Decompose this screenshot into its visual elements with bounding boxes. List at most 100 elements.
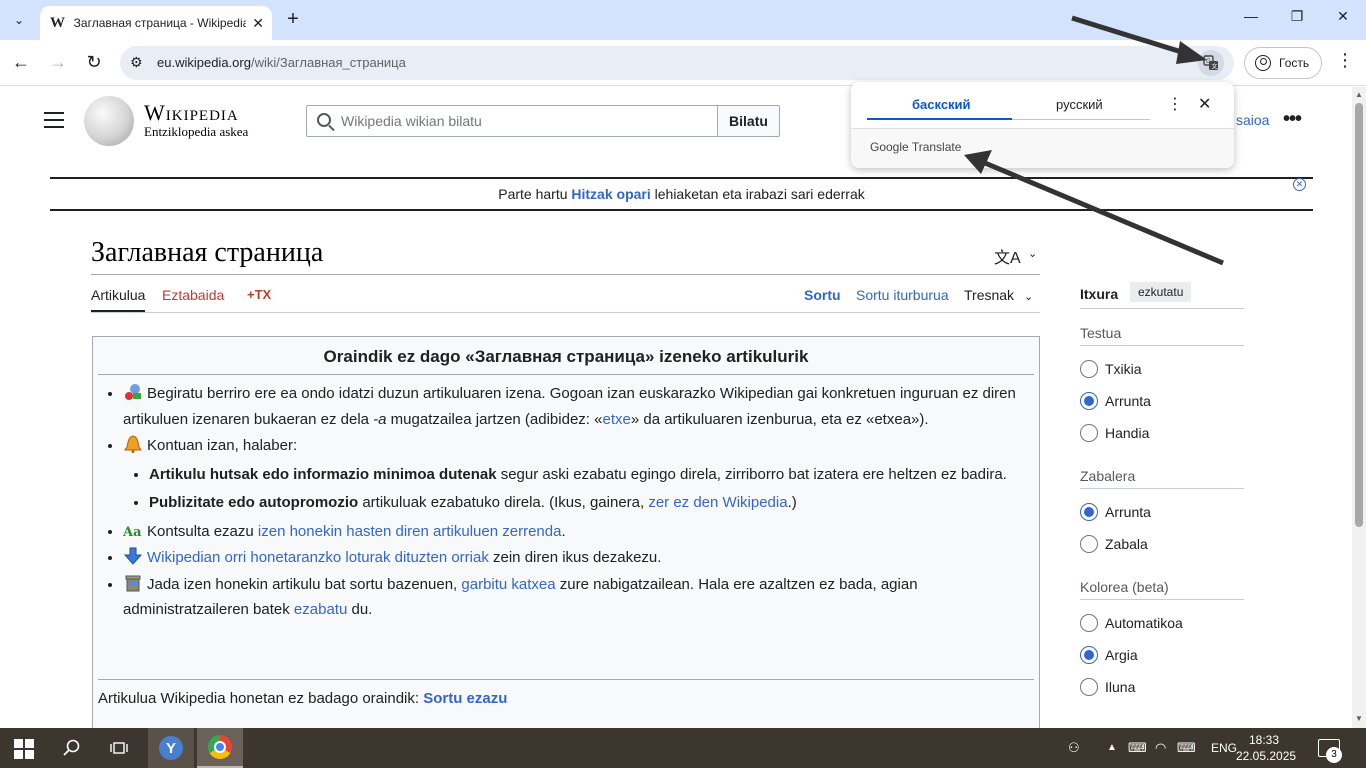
radio-dot — [1080, 360, 1098, 378]
address-bar[interactable]: ⚙ eu.wikipedia.org/wiki/Заглавная_страни… — [120, 46, 1234, 80]
main-menu-button[interactable] — [44, 112, 64, 128]
new-tab-button[interactable]: + — [282, 8, 304, 32]
list-item: Artikulu hutsak edo informazio minimoa d… — [149, 462, 1033, 488]
text-size-small-radio[interactable]: Txikia — [1080, 360, 1142, 378]
wikipedia-page: Wikipedia Entziklopedia askea Bilatu sai… — [0, 87, 1352, 728]
chevron-down-icon[interactable]: ⌄ — [1028, 247, 1037, 260]
scroll-up-icon[interactable]: ▲ — [1355, 90, 1363, 99]
notice-footer: Artikulua Wikipedia honetan ez badago or… — [98, 690, 507, 707]
translate-close-button[interactable]: ✕ — [1198, 94, 1211, 114]
tab-create[interactable]: Sortu — [804, 287, 841, 303]
close-icon: ✕ — [1198, 96, 1212, 113]
tab-article[interactable]: Artikulua — [91, 287, 146, 312]
target-language-tab[interactable]: русский — [1056, 97, 1103, 112]
language-icon[interactable]: 文A — [994, 244, 1021, 268]
chevron-up-icon[interactable]: ▲ — [1107, 742, 1117, 753]
tune-icon[interactable]: ⚙ — [130, 54, 143, 71]
sub1-rest: segur aski ezabatu egingo direla, zirrib… — [496, 465, 1007, 483]
hide-appearance-button[interactable]: ezkutatu — [1130, 282, 1192, 302]
browser-tab[interactable]: W Заглавная страница - Wikipedia ✕ — [40, 6, 272, 40]
search-button[interactable]: Bilatu — [717, 105, 780, 137]
forward-button[interactable]: → — [46, 52, 70, 73]
banner-link[interactable]: Hitzak opari — [571, 186, 650, 202]
search-icon[interactable] — [60, 728, 84, 768]
tab-strip: ⌄ W Заглавная страница - Wikipedia ✕ + —… — [0, 0, 1366, 40]
back-button[interactable]: ← — [9, 52, 33, 73]
chrome-taskbar-button[interactable] — [197, 728, 243, 768]
item5-text-c: du. — [347, 601, 373, 618]
close-window-button[interactable]: ✕ — [1328, 8, 1358, 25]
text-size-label: Testua — [1080, 325, 1122, 341]
color-auto-radio[interactable]: Automatikoa — [1080, 614, 1183, 632]
task-view-icon[interactable] — [106, 728, 132, 768]
no-article-notice: Oraindik ez dago «Заглавная страница» iz… — [92, 336, 1040, 728]
source-language-tab[interactable]: баскский — [912, 97, 971, 112]
system-clock[interactable]: 18:33 22.05.2025 — [1236, 732, 1296, 764]
scroll-down-icon[interactable]: ▼ — [1355, 714, 1363, 723]
purge-cache-link[interactable]: garbitu katxea — [461, 576, 555, 593]
list-item: Jada izen honekin artikulu bat sortu baz… — [123, 572, 1033, 623]
etxe-link[interactable]: etxe — [602, 411, 630, 428]
login-link[interactable]: saioa — [1236, 112, 1269, 128]
width-standard-radio[interactable]: Arrunta — [1080, 503, 1151, 521]
reload-button[interactable]: ↻ — [82, 52, 106, 73]
page-scrollbar[interactable]: ▲ ▼ — [1352, 87, 1366, 728]
profile-button[interactable]: Гость — [1244, 47, 1322, 79]
item2-text: Kontuan izan, halaber: — [147, 437, 298, 454]
input-language-indicator[interactable]: ENG — [1211, 741, 1237, 755]
wikipedia-tagline: Entziklopedia askea — [144, 124, 249, 139]
minimize-button[interactable]: — — [1236, 8, 1266, 24]
close-icon[interactable]: ✕ — [252, 15, 264, 32]
create-it-link[interactable]: Sortu ezazu — [423, 690, 507, 707]
text-size-large-radio[interactable]: Handia — [1080, 424, 1149, 442]
start-tile — [14, 750, 23, 759]
translate-button[interactable]: G 文 — [1198, 50, 1224, 76]
page-tabs: Artikulua Eztabaida +TX Sortu Sortu itur… — [91, 285, 1040, 313]
trash-bin-icon — [125, 575, 141, 591]
tab-talk[interactable]: Eztabaida — [162, 287, 224, 303]
restore-icon: ❐ — [1290, 8, 1304, 24]
wikipedia-wordmark[interactable]: Wikipedia — [144, 100, 239, 126]
list-item: Begiratu berriro ere ea ondo idatzi duzu… — [123, 381, 1033, 432]
radio-label: Handia — [1105, 425, 1150, 441]
browser-menu-button[interactable]: ⋮ — [1336, 50, 1354, 71]
text-size-standard-radio[interactable]: Arrunta — [1080, 392, 1151, 410]
browser-toolbar: ← → ↻ ⚙ eu.wikipedia.org/wiki/Заглавная_… — [0, 40, 1366, 86]
windows-start-icon[interactable] — [14, 739, 34, 759]
people-icon[interactable]: ⚇ — [1068, 740, 1080, 756]
translate-options-button[interactable]: ⋮ — [1167, 94, 1183, 114]
tab-create-source[interactable]: Sortu iturburua — [856, 287, 949, 303]
tools-menu[interactable]: Tresnak ⌄ — [964, 287, 1033, 303]
url-text[interactable]: eu.wikipedia.org/wiki/Заглавная_страница — [157, 55, 406, 70]
what-links-here-link[interactable]: Wikipedian orri honetaranzko loturak dit… — [147, 549, 489, 566]
color-light-radio[interactable]: Argia — [1080, 646, 1138, 664]
radio-label: Zabala — [1105, 536, 1148, 552]
close-icon: ✕ — [1295, 179, 1304, 189]
keyboard-input-icon[interactable]: ⌨ — [1128, 740, 1147, 756]
tab-translate[interactable]: +TX — [247, 287, 271, 302]
minimize-icon: — — [1244, 8, 1258, 24]
search-input[interactable] — [341, 106, 711, 136]
what-wikipedia-is-not-link[interactable]: zer ez den Wikipedia — [648, 494, 787, 511]
deletion-log-link[interactable]: ezabatu — [294, 601, 347, 618]
google-translate-logo: Google Translate — [870, 140, 961, 154]
user-menu-button[interactable]: ••• — [1283, 108, 1302, 131]
radio-dot — [1080, 503, 1098, 521]
banner-close-button[interactable]: ✕ — [1293, 178, 1306, 191]
restore-button[interactable]: ❐ — [1282, 8, 1312, 25]
tab-search-button[interactable]: ⌄ — [6, 8, 32, 32]
prefix-index-link[interactable]: izen honekin hasten diren artikuluen zer… — [258, 523, 562, 540]
touch-keyboard-icon[interactable]: ⌨ — [1177, 740, 1196, 756]
radio-dot — [1080, 424, 1098, 442]
item4-text-b: zein diren ikus dezakezu. — [488, 549, 662, 566]
wikipedia-globe-logo[interactable] — [84, 96, 134, 146]
width-wide-radio[interactable]: Zabala — [1080, 535, 1148, 553]
start-tile — [25, 739, 34, 748]
yandex-browser-taskbar-button[interactable]: Y — [148, 728, 194, 768]
scroll-thumb[interactable] — [1355, 103, 1363, 527]
color-dark-radio[interactable]: Iluna — [1080, 678, 1135, 696]
ellipsis-icon: ••• — [1283, 108, 1302, 130]
wifi-icon[interactable]: ◠ — [1155, 740, 1166, 756]
start-tile — [14, 739, 23, 748]
radio-dot — [1080, 646, 1098, 664]
